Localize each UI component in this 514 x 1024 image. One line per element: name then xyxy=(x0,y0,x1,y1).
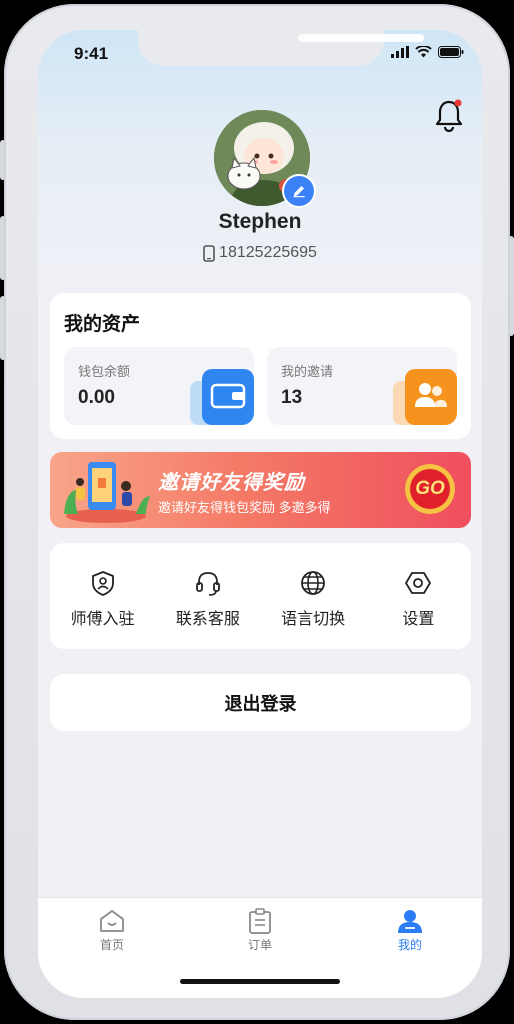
menu-item-contact-support[interactable]: 联系客服 xyxy=(155,543,260,649)
menu-card: 师傅入驻 联系客服 语言切换 设置 xyxy=(50,543,471,649)
wallet-balance-value: 0.00 xyxy=(78,387,115,408)
mobile-phone-icon xyxy=(203,244,215,262)
home-indicator xyxy=(180,979,340,984)
users-icon xyxy=(393,369,457,425)
menu-label-master-join: 师傅入驻 xyxy=(70,611,135,628)
menu-item-settings[interactable]: 设置 xyxy=(366,543,471,649)
my-invites-label: 我的邀请 xyxy=(281,364,334,379)
menu-item-language-switch[interactable]: 语言切换 xyxy=(261,543,366,649)
username: Stephen xyxy=(218,210,302,233)
tab-mine-label: 我的 xyxy=(397,938,422,952)
tab-mine[interactable]: 我的 xyxy=(370,908,450,953)
my-invites-value: 13 xyxy=(281,387,303,408)
phone-number-row: 18125225695 xyxy=(38,244,482,262)
menu-label-language-switch: 语言切换 xyxy=(281,611,346,628)
clipboard-icon xyxy=(249,908,271,934)
pencil-icon xyxy=(293,186,305,198)
assets-card: 我的资产 钱包余额 0.00 我的邀请 13 xyxy=(50,293,471,439)
banner-title: 邀请好友得奖励 xyxy=(158,472,305,494)
avatar[interactable] xyxy=(214,110,316,208)
phone-number: 18125225695 xyxy=(219,244,317,261)
globe-icon xyxy=(301,571,326,595)
invite-friends-banner[interactable]: 邀请好友得奖励 邀请好友得钱包奖励 多邀多得 GO xyxy=(50,452,471,528)
battery-icon xyxy=(438,46,464,58)
go-button[interactable]: GO xyxy=(405,464,455,514)
wallet-balance-label: 钱包余额 xyxy=(78,364,131,379)
notch xyxy=(138,30,424,66)
status-time: 9:41 xyxy=(74,44,109,63)
tab-orders[interactable]: 订单 xyxy=(220,908,300,953)
edit-avatar-button[interactable] xyxy=(282,174,316,208)
assets-title: 我的资产 xyxy=(64,314,141,335)
settings-hexagon-icon xyxy=(405,572,432,594)
banner-subtitle: 邀请好友得钱包奖励 多邀多得 xyxy=(158,500,331,515)
notification-bell-icon[interactable] xyxy=(434,98,464,133)
wallet-balance-card[interactable]: 钱包余额 0.00 xyxy=(64,347,254,425)
home-icon xyxy=(100,910,124,932)
logout-button[interactable]: 退出登录 xyxy=(50,674,471,731)
screen: 9:41 Stephen 18125225695 我的资产 钱包余额 0.00 … xyxy=(38,30,482,998)
tab-orders-label: 订单 xyxy=(247,938,272,952)
menu-label-contact-support: 联系客服 xyxy=(175,611,240,628)
invite-illustration-icon xyxy=(64,462,150,523)
shield-user-icon xyxy=(91,571,114,596)
tab-home[interactable]: 首页 xyxy=(72,908,152,953)
speaker xyxy=(298,34,424,42)
signal-icon xyxy=(391,46,409,58)
wallet-icon xyxy=(190,369,254,425)
user-icon xyxy=(398,910,422,933)
my-invites-card[interactable]: 我的邀请 13 xyxy=(267,347,457,425)
phone-frame: 9:41 Stephen 18125225695 我的资产 钱包余额 0.00 … xyxy=(4,4,510,1020)
menu-label-settings: 设置 xyxy=(402,611,435,628)
headset-icon xyxy=(195,572,220,596)
bottom-tab-bar: 首页 订单 我的 xyxy=(38,897,482,998)
tab-home-label: 首页 xyxy=(99,938,124,952)
menu-item-master-join[interactable]: 师傅入驻 xyxy=(50,543,155,649)
status-icons xyxy=(391,46,464,58)
wifi-icon xyxy=(415,46,432,58)
